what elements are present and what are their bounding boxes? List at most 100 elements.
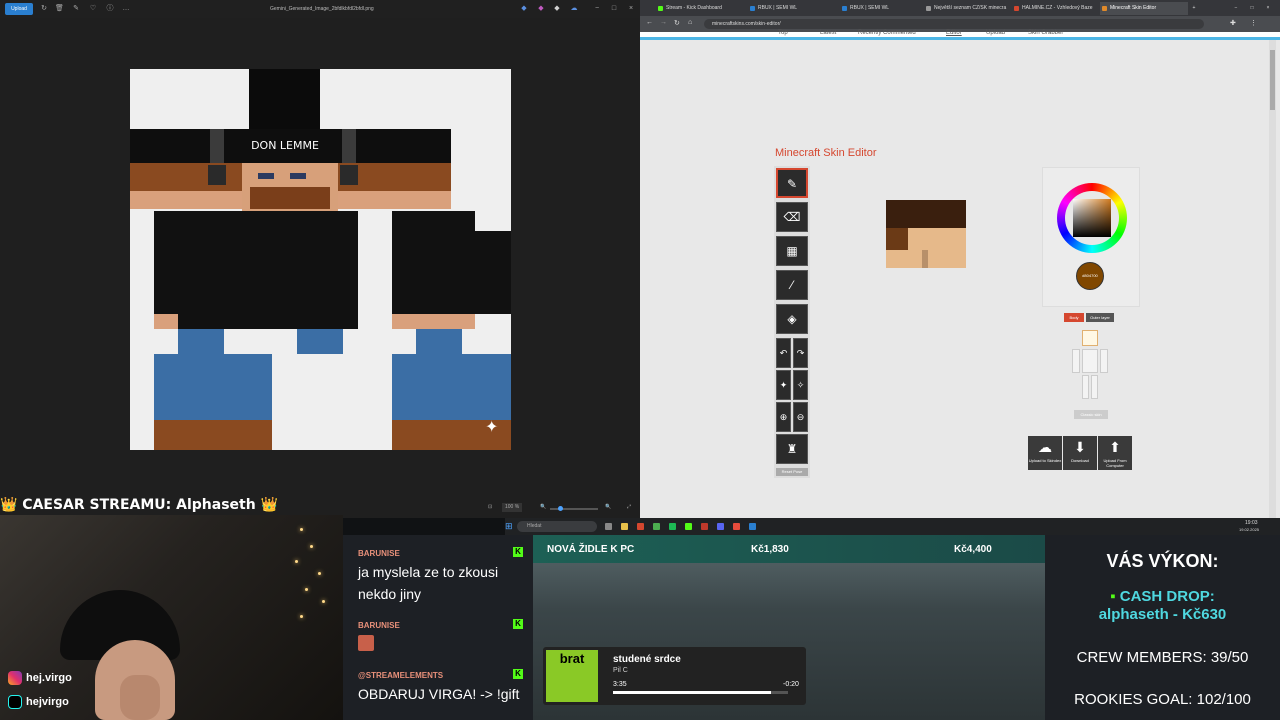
favorite-icon[interactable]: ♡: [89, 5, 97, 13]
url-field[interactable]: minecraftskins.com/skin-editor/: [704, 19, 1204, 29]
upload-button[interactable]: Upload: [5, 3, 33, 15]
home-icon[interactable]: ⌂: [688, 19, 692, 26]
edit-icon[interactable]: ✎: [72, 5, 80, 13]
kick-icon[interactable]: [685, 523, 692, 530]
bucket-tool[interactable]: ◈: [776, 304, 808, 334]
skin-3d-preview[interactable]: [886, 200, 966, 268]
chrome-icon[interactable]: [653, 523, 660, 530]
task-view-icon[interactable]: [605, 523, 612, 530]
part-right-arm[interactable]: [1072, 349, 1080, 373]
browser-tab[interactable]: RBUX | SEMI WL: [840, 2, 928, 15]
redo-button[interactable]: ↷: [793, 338, 808, 368]
upload-computer-button[interactable]: ⬆ Upload From Computer: [1098, 436, 1132, 470]
rotate-icon[interactable]: ↻: [40, 5, 48, 13]
browser-tab[interactable]: Největší seznam CZ/SK minecra: [924, 2, 1012, 15]
discord-icon[interactable]: [717, 523, 724, 530]
nav-latest[interactable]: Latest: [820, 30, 836, 36]
download-icon: ⬇: [1074, 439, 1086, 455]
cash-drop-label: ▪ CASH DROP:: [1110, 588, 1215, 605]
cloud-icon[interactable]: ☁: [570, 5, 578, 13]
noise-tool[interactable]: ▦: [776, 236, 808, 266]
part-right-leg[interactable]: [1082, 375, 1089, 399]
fullscreen-icon[interactable]: ⤢: [627, 504, 631, 510]
current-color-swatch[interactable]: #804700: [1076, 262, 1104, 290]
app-icon-2[interactable]: ◆: [537, 5, 545, 13]
start-icon[interactable]: ⊞: [505, 521, 513, 532]
image-viewer-window: Upload ↻ 🗑 ✎ ♡ ⓘ … Gemini_Generated_Imag…: [0, 0, 640, 518]
forward-icon[interactable]: →: [660, 19, 667, 26]
browser-tab[interactable]: RBUX | SEMI WL: [748, 2, 836, 15]
outer-layer-button[interactable]: Outer layer: [1086, 313, 1114, 322]
info-icon[interactable]: ⓘ: [106, 5, 114, 13]
app-icon-1[interactable]: ◆: [520, 5, 528, 13]
upload-computer-icon: ⬆: [1109, 439, 1121, 455]
nav-top[interactable]: Top: [778, 30, 788, 36]
minimize-icon[interactable]: −: [593, 5, 601, 13]
zoom-in-button[interactable]: ⊕: [776, 402, 791, 432]
upload-skindex-button[interactable]: ☁ Upload to Skindex: [1028, 436, 1062, 470]
part-left-arm[interactable]: [1100, 349, 1108, 373]
eraser-tool[interactable]: ⌫: [776, 202, 808, 232]
part-left-leg[interactable]: [1091, 375, 1098, 399]
undo-button[interactable]: ↶: [776, 338, 791, 368]
app-icon[interactable]: [733, 523, 740, 530]
lighten-icon: ✧: [796, 380, 805, 390]
eyedropper-tool[interactable]: ⁄: [776, 270, 808, 300]
pencil-tool[interactable]: ✎: [776, 168, 808, 198]
upload-skindex-icon: ☁: [1038, 439, 1052, 455]
fit-icon[interactable]: ⊡: [488, 504, 492, 510]
app-icon[interactable]: [637, 523, 644, 530]
zoom-slider[interactable]: [550, 506, 598, 511]
cash-drop-value: alphaseth - Kč630: [1098, 606, 1227, 623]
zoom-out-icon[interactable]: 🔍: [540, 504, 546, 510]
browser-tab-active[interactable]: Minecraft Skin Editor: [1100, 2, 1188, 15]
redo-icon: ↷: [796, 348, 805, 358]
browser-tab[interactable]: Stream - Kick Dashboard: [656, 2, 744, 15]
nav-skin-grabber[interactable]: Skin Grabber: [1028, 30, 1063, 36]
top-donator-caption: 👑 CAESAR STREAMU: Alphaseth 👑: [0, 497, 278, 513]
page-scrollbar[interactable]: [1269, 40, 1276, 518]
zoom-out-button[interactable]: ⊖: [793, 402, 808, 432]
color-wheel[interactable]: [1057, 183, 1127, 253]
browser-window: Stream - Kick Dashboard RBUX | SEMI WL R…: [640, 0, 1280, 518]
more-icon[interactable]: …: [122, 5, 130, 13]
chat-message: ja myslela ze to zkousi nekdo jiny: [358, 564, 499, 602]
minimize-icon[interactable]: −: [1230, 2, 1242, 15]
app-icon[interactable]: [701, 523, 708, 530]
menu-icon[interactable]: ⋮: [1250, 19, 1257, 27]
pose-button[interactable]: ♜: [776, 434, 808, 464]
maximize-icon[interactable]: □: [1246, 2, 1258, 15]
delete-icon[interactable]: 🗑: [55, 5, 64, 13]
back-icon[interactable]: ←: [646, 19, 653, 26]
browser-tab[interactable]: HALMINE.CZ - Vzhledový Baze: [1012, 2, 1100, 15]
download-button[interactable]: ⬇ Download: [1063, 436, 1097, 470]
extensions-icon[interactable]: ✚: [1230, 19, 1236, 27]
close-icon[interactable]: ×: [1262, 2, 1274, 15]
body-layer-button[interactable]: Body: [1064, 313, 1084, 322]
taskbar-search[interactable]: Hledat: [517, 521, 597, 532]
part-head[interactable]: [1082, 330, 1098, 346]
reset-pose-button[interactable]: Reset Pose: [776, 468, 808, 476]
rookies-goal: ROOKIES GOAL: 102/100: [1074, 691, 1251, 708]
darken-button[interactable]: ✦: [776, 370, 791, 400]
zoom-in-icon[interactable]: 🔍: [605, 504, 611, 510]
skin-model-select[interactable]: Classic skin: [1074, 410, 1108, 419]
close-icon[interactable]: ×: [627, 5, 635, 13]
part-torso[interactable]: [1082, 349, 1098, 373]
nav-recently-commented[interactable]: Recently Commented: [858, 30, 916, 36]
app-icon-3[interactable]: ◆: [553, 5, 561, 13]
reload-icon[interactable]: ↻: [674, 19, 680, 27]
clock-date[interactable]: 19.02.2025: [1239, 527, 1259, 532]
clock-time[interactable]: 19:03: [1245, 520, 1258, 526]
maximize-icon[interactable]: □: [610, 5, 618, 13]
saturation-square[interactable]: [1073, 199, 1111, 237]
app-icon[interactable]: [749, 523, 756, 530]
new-tab-icon[interactable]: +: [1188, 2, 1200, 15]
nav-upload[interactable]: Upload: [986, 30, 1005, 36]
nav-editor[interactable]: Editor: [946, 30, 962, 36]
eyedropper-icon: ⁄: [790, 278, 793, 292]
lighten-button[interactable]: ✧: [793, 370, 808, 400]
spotify-icon[interactable]: [669, 523, 676, 530]
explorer-icon[interactable]: [621, 523, 628, 530]
zoom-select[interactable]: 100 %: [502, 503, 522, 512]
